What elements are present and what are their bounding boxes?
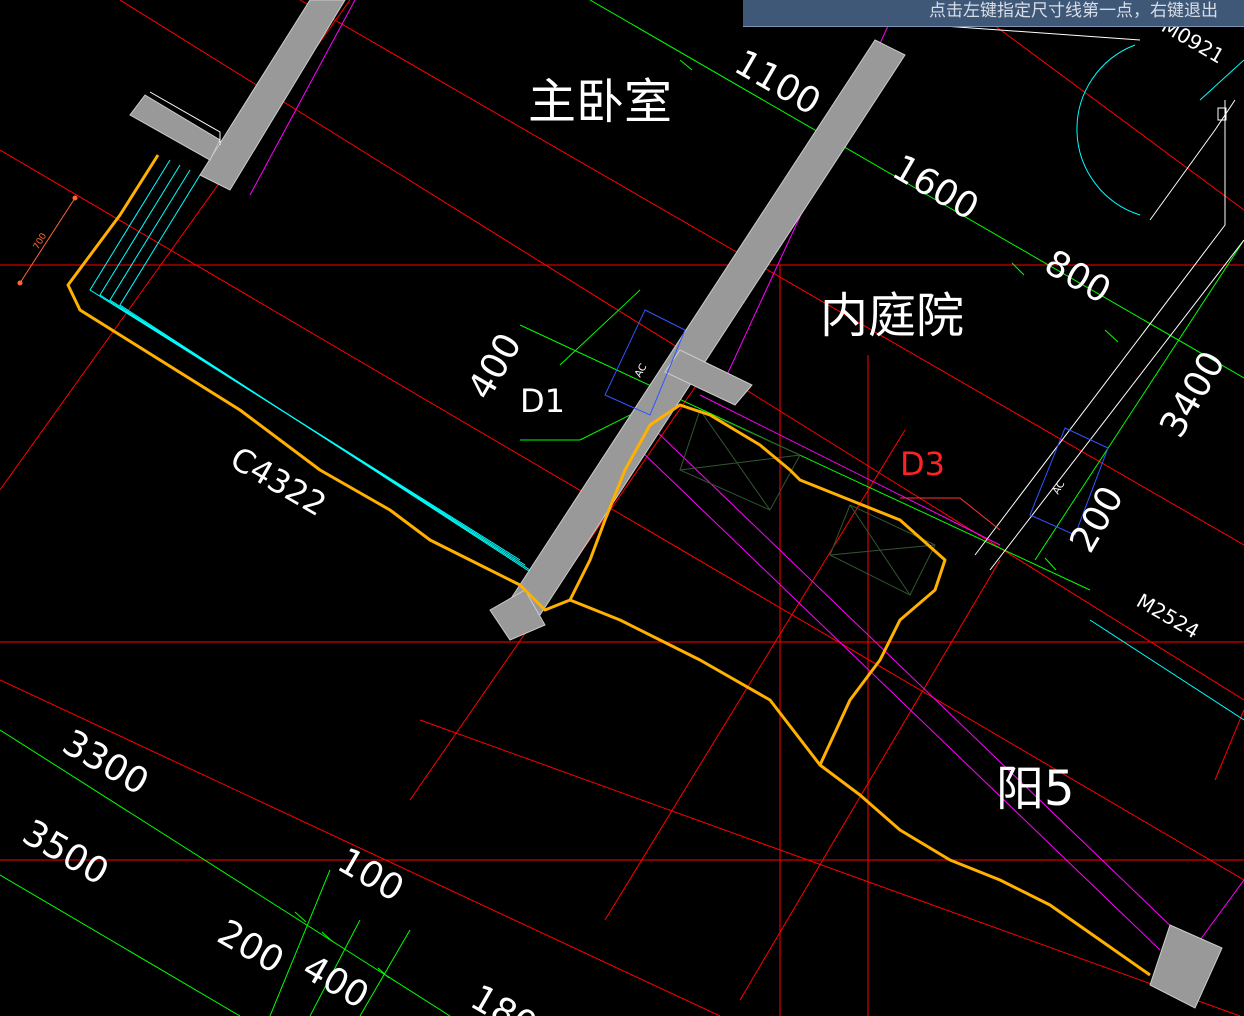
planters [679, 409, 936, 596]
room-balcony: 阳5 [996, 761, 1075, 817]
highlight-outline [66, 154, 1151, 977]
label-m2524: M2524 [1133, 589, 1204, 644]
dimension-1600: 1600 [886, 147, 986, 228]
command-prompt-text: 点击左键指定尺寸线第一点，右键退出 [929, 1, 1218, 21]
dimension-180: 180 [464, 977, 544, 1016]
dimension-3500: 3500 [16, 812, 116, 893]
dimension-200-bottom: 200 [211, 912, 291, 982]
room-master-bedroom: 主卧室 [528, 74, 672, 130]
label-d3: D3 [900, 445, 945, 483]
axis-lines [0, 0, 1244, 1016]
dimension-1100: 1100 [728, 42, 828, 123]
drawing-area[interactable]: 主卧室 内庭院 阳5 1100 1600 800 3400 200 400 33… [0, 0, 1244, 1016]
dimension-3400: 3400 [1152, 345, 1233, 445]
dimension-100: 100 [331, 840, 411, 910]
label-ac-right: AC [1051, 479, 1067, 496]
dimension-3300: 3300 [56, 722, 156, 803]
label-d1: D1 [520, 382, 565, 420]
magenta-lines [249, 0, 1244, 951]
label-c4322: C4322 [224, 439, 333, 524]
dimension-400-bottom: 400 [296, 947, 376, 1016]
command-prompt-tooltip: 点击左键指定尺寸线第一点，右键退出 [743, 0, 1244, 27]
text-layer: 主卧室 内庭院 阳5 1100 1600 800 3400 200 400 33… [16, 14, 1234, 1016]
room-inner-courtyard: 内庭院 [820, 288, 964, 344]
label-ac-left: AC [633, 362, 649, 379]
dimension-800: 800 [1038, 242, 1118, 312]
dimension-200-right: 200 [1062, 479, 1132, 559]
cad-canvas[interactable]: 主卧室 内庭院 阳5 1100 1600 800 3400 200 400 33… [0, 0, 1244, 1016]
dimension-lines [0, 0, 1244, 1016]
dimension-700 [17, 195, 78, 286]
